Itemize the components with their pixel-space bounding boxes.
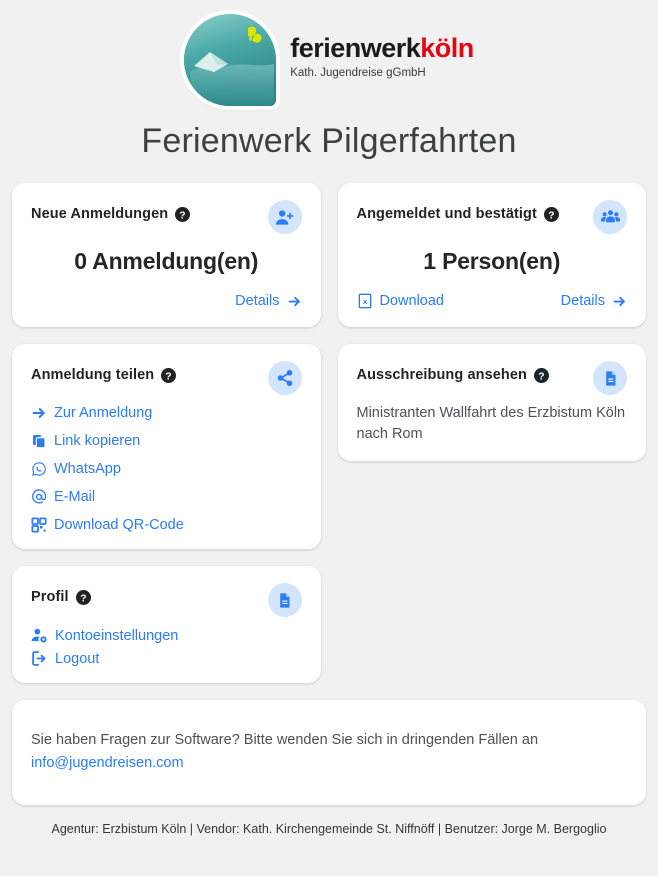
document-icon xyxy=(593,361,627,395)
download-link-label: Download xyxy=(379,293,445,309)
share-link-label: WhatsApp xyxy=(54,461,121,477)
help-icon[interactable]: ? xyxy=(75,589,91,605)
share-link-label: Download QR-Code xyxy=(54,517,184,533)
svg-text:?: ? xyxy=(538,371,544,382)
svg-text:?: ? xyxy=(80,593,86,604)
card-header: Neue Anmeldungen ? xyxy=(31,200,302,234)
brand-subtitle: Kath. Jugendreise gGmbH xyxy=(290,66,426,79)
share-link-whatsapp[interactable]: WhatsApp xyxy=(31,461,302,477)
people-group-icon xyxy=(593,200,627,234)
support-text: Sie haben Fragen zur Software? Bitte wen… xyxy=(31,732,539,748)
card-title-label: Ausschreibung ansehen xyxy=(356,367,527,383)
card-header: Angemeldet und bestätigt ? xyxy=(357,200,627,234)
arrow-right-icon xyxy=(288,296,300,306)
share-icon xyxy=(267,361,302,395)
card-announcement[interactable]: Ausschreibung ansehen ? Ministranten Wal… xyxy=(337,344,646,462)
share-link-label: E-Mail xyxy=(54,489,96,505)
left-column: Neue Anmeldungen ? 0 Anmeldung(en) Detai… xyxy=(12,183,321,683)
share-link-email[interactable]: E-Mail xyxy=(31,489,302,505)
support-box: Sie haben Fragen zur Software? Bitte wen… xyxy=(12,700,646,806)
help-icon[interactable]: ? xyxy=(161,367,177,383)
card-title-label: Neue Anmeldungen xyxy=(31,206,169,222)
details-link-label: Details xyxy=(235,293,280,309)
card-header: Anmeldung teilen ? xyxy=(31,361,302,395)
svg-text:?: ? xyxy=(166,371,172,382)
svg-text:x: x xyxy=(362,297,367,306)
card-title-label: Profil xyxy=(31,589,69,605)
confirmed-metric: 1 Person(en) xyxy=(423,248,561,274)
document-icon xyxy=(267,583,302,617)
right-column: Angemeldet und bestätigt ? 1 Person(en) … xyxy=(337,183,646,462)
announcement-text: Ministranten Wallfahrt des Erzbistum Köl… xyxy=(356,405,626,443)
card-grid: Neue Anmeldungen ? 0 Anmeldung(en) Detai… xyxy=(0,183,658,683)
card-new-registrations: Neue Anmeldungen ? 0 Anmeldung(en) Detai… xyxy=(12,183,321,327)
support-email-link[interactable]: info@jugendreisen.com xyxy=(31,755,184,771)
share-link-label: Link kopieren xyxy=(54,433,141,449)
card-confirmed-registrations: Angemeldet und bestätigt ? 1 Person(en) … xyxy=(337,183,646,327)
brand-lockup: ferienwerkköln Kath. Jugendreise gGmbH xyxy=(184,14,474,106)
card-footer: x Download Details xyxy=(357,291,628,311)
card-title: Profil ? xyxy=(31,583,91,605)
profile-link-list: Kontoeinstellungen Logout xyxy=(31,627,302,667)
excel-file-icon: x xyxy=(358,293,371,309)
download-link[interactable]: x Download xyxy=(357,293,445,309)
ferienwerk-logo-icon xyxy=(184,14,277,106)
share-link-list: Zur Anmeldung Link kopieren WhatsApp E-M… xyxy=(31,405,302,533)
help-icon[interactable]: ? xyxy=(534,367,549,383)
whatsapp-icon xyxy=(32,462,46,476)
share-link-label: Zur Anmeldung xyxy=(54,405,153,421)
share-link-zur-anmeldung[interactable]: Zur Anmeldung xyxy=(31,405,302,421)
help-icon[interactable]: ? xyxy=(175,206,191,222)
profile-link-account-settings[interactable]: Kontoeinstellungen xyxy=(31,627,302,644)
person-gear-icon xyxy=(31,628,47,643)
card-footer: Details xyxy=(31,291,302,311)
card-title: Ausschreibung ansehen ? xyxy=(356,361,549,383)
person-add-icon xyxy=(267,200,302,234)
svg-text:?: ? xyxy=(548,210,554,221)
help-icon[interactable]: ? xyxy=(543,206,559,222)
card-title-label: Anmeldung teilen xyxy=(31,367,155,383)
copy-icon xyxy=(33,435,46,449)
details-link-confirmed[interactable]: Details xyxy=(561,293,627,309)
sign-out-icon xyxy=(32,651,46,666)
arrow-right-icon xyxy=(613,296,625,306)
card-title-label: Angemeldet und bestätigt xyxy=(356,206,537,222)
profile-link-logout[interactable]: Logout xyxy=(31,650,302,667)
card-title: Neue Anmeldungen ? xyxy=(31,200,191,222)
card-title: Angemeldet und bestätigt ? xyxy=(357,200,559,222)
card-header: Ausschreibung ansehen ? xyxy=(356,361,627,395)
share-link-link-kopieren[interactable]: Link kopieren xyxy=(31,433,302,449)
brand-header: ferienwerkköln Kath. Jugendreise gGmbH xyxy=(0,0,658,106)
details-link-new-registrations[interactable]: Details xyxy=(235,293,301,309)
brand-wordmark: ferienwerkköln Kath. Jugendreise gGmbH xyxy=(290,32,474,86)
footer-info: Agentur: Erzbistum Köln | Vendor: Kath. … xyxy=(51,822,607,837)
brand-name-primary: ferienwerk xyxy=(290,32,421,63)
qr-code-icon xyxy=(31,517,47,533)
dashboard-page: ferienwerkköln Kath. Jugendreise gGmbH F… xyxy=(0,0,658,876)
profile-link-label: Kontoeinstellungen xyxy=(55,627,179,644)
card-profile: Profil ? Kontoeinstellungen Logout xyxy=(12,566,321,683)
arrow-right-icon xyxy=(32,408,45,418)
new-registrations-metric: 0 Anmeldung(en) xyxy=(74,248,259,274)
page-title: Ferienwerk Pilgerfahrten xyxy=(141,122,517,160)
brand-name-accent: köln xyxy=(420,32,474,63)
share-link-qr-code[interactable]: Download QR-Code xyxy=(31,517,302,533)
card-title: Anmeldung teilen ? xyxy=(31,361,177,383)
card-header: Profil ? xyxy=(31,583,302,617)
at-sign-icon xyxy=(32,489,47,504)
card-share-registration: Anmeldung teilen ? Zur Anmeldung Link ko… xyxy=(12,344,321,549)
profile-link-label: Logout xyxy=(55,650,100,667)
details-link-label: Details xyxy=(560,293,605,309)
svg-text:?: ? xyxy=(180,210,186,221)
